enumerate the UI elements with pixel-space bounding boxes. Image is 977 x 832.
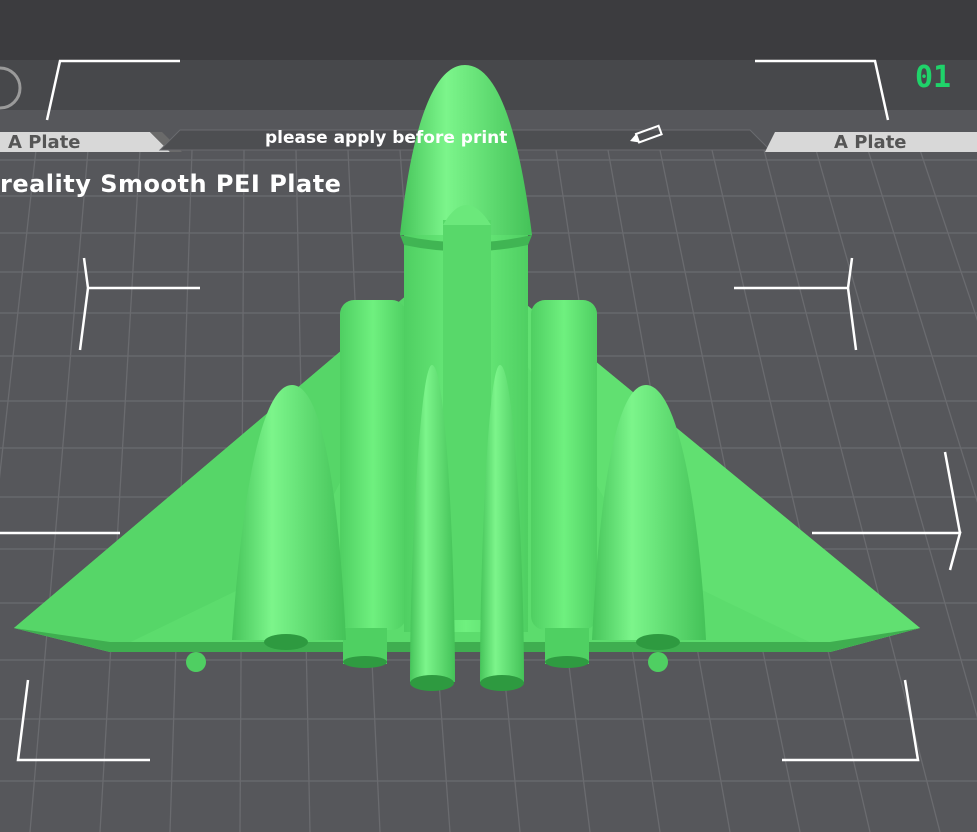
build-plate-scene[interactable]	[0, 0, 977, 832]
plate-type-label: reality Smooth PEI Plate	[0, 170, 342, 198]
right-plate-tab-label[interactable]: A Plate	[834, 132, 907, 153]
plate-number: 01	[915, 60, 952, 95]
model-delta-wing-ship[interactable]	[14, 65, 920, 691]
3d-viewport[interactable]: A Plate A Plate please apply before prin…	[0, 0, 977, 832]
left-plate-tab-label[interactable]: A Plate	[8, 132, 81, 153]
plate-notice: please apply before print	[265, 128, 508, 148]
